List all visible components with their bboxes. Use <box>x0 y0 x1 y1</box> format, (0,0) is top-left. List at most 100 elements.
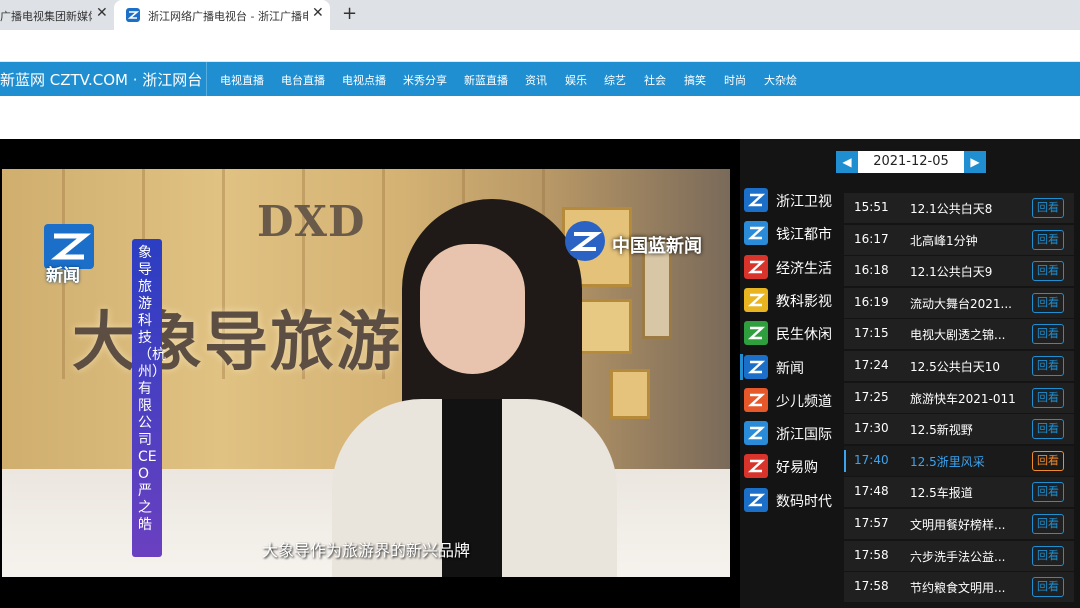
arrow-right-icon[interactable]: ▶ <box>964 151 986 173</box>
nav-item[interactable]: 大杂烩 <box>764 72 797 88</box>
channel-item[interactable]: 浙江卫视 <box>740 185 843 215</box>
program-row[interactable]: 17:58 节约粮食文明用... 回看 <box>844 572 1074 603</box>
program-time: 17:30 <box>854 421 889 436</box>
nav-divider <box>206 62 207 96</box>
replay-button[interactable]: 回看 <box>1032 450 1064 471</box>
channel-label: 教科影视 <box>776 293 832 310</box>
program-time: 17:48 <box>854 484 889 499</box>
site-title[interactable]: 新蓝网 CZTV.COM · 浙江网台 <box>0 69 202 90</box>
channel-logo-icon <box>744 254 768 279</box>
nav-item[interactable]: 娱乐 <box>565 72 587 88</box>
channel-item[interactable]: 钱江都市 <box>740 218 843 248</box>
program-title: 12.1公共白天9 <box>910 265 993 280</box>
tab-title: 广播电视集团新媒体 <box>0 10 92 23</box>
replay-button[interactable]: 回看 <box>1032 324 1064 345</box>
replay-button[interactable]: 回看 <box>1032 229 1064 250</box>
replay-button[interactable]: 回看 <box>1032 292 1064 313</box>
channel-label: 新闻 <box>776 360 804 377</box>
channel-item[interactable]: 教科影视 <box>740 285 843 315</box>
program-row[interactable]: 15:51 12.1公共白天8 回看 <box>844 193 1074 223</box>
replay-button[interactable]: 回看 <box>1032 577 1064 598</box>
program-title: 12.5车报道 <box>910 486 973 501</box>
program-title: 旅游快车2021-011 <box>910 391 1016 406</box>
channel-item[interactable]: 数码时代 <box>740 485 843 515</box>
nav-item[interactable]: 时尚 <box>724 72 746 88</box>
program-row[interactable]: 16:19 流动大舞台2021... 回看 <box>844 287 1074 318</box>
program-row[interactable]: 17:24 12.5公共白天10 回看 <box>844 351 1074 381</box>
channel-item[interactable]: 好易购 <box>740 451 843 481</box>
program-title: 电视大剧透之锦... <box>910 328 1006 343</box>
nav-item[interactable]: 社会 <box>644 72 666 88</box>
channel-logo-icon <box>744 188 768 212</box>
program-row[interactable]: 17:15 电视大剧透之锦... 回看 <box>844 319 1074 350</box>
tab-title: 浙江网络广播电视台 - 浙江广播电视 <box>148 10 308 23</box>
channel-label: 好易购 <box>776 460 818 477</box>
program-time: 17:15 <box>854 326 889 341</box>
nav-item[interactable]: 资讯 <box>525 72 547 88</box>
address-bar[interactable] <box>0 30 1080 62</box>
channel-logo-text: 新闻 <box>46 266 80 286</box>
program-row[interactable]: 17:30 12.5新视野 回看 <box>844 414 1074 445</box>
replay-button[interactable]: 回看 <box>1032 387 1064 408</box>
program-title: 文明用餐好榜样... <box>910 518 1006 532</box>
program-row[interactable]: 17:40 12.5浙里风采 回看 <box>844 445 1074 476</box>
program-row[interactable]: 16:18 12.1公共白天9 回看 <box>844 256 1074 287</box>
program-title: 节约粮食文明用... <box>910 581 1006 596</box>
corner-logo-text: 中国蓝新闻 <box>612 236 702 257</box>
close-icon[interactable]: ✕ <box>312 5 324 21</box>
program-row[interactable]: 17:48 12.5车报道 回看 <box>844 477 1074 508</box>
china-blue-logo-icon <box>565 221 605 261</box>
person-face <box>420 244 525 374</box>
browser-tab[interactable]: 广播电视集团新媒体 ✕ <box>0 0 114 30</box>
wall-sign-text: 大象导旅游 <box>72 305 402 380</box>
program-row[interactable]: 16:17 北高峰1分钟 回看 <box>844 224 1074 255</box>
channel-item[interactable]: 少儿频道 <box>740 385 843 415</box>
browser-tab-active[interactable]: 浙江网络广播电视台 - 浙江广播电视 ✕ <box>114 0 330 30</box>
replay-button[interactable]: 回看 <box>1032 482 1064 503</box>
channel-logo-icon <box>744 321 768 346</box>
replay-button[interactable]: 回看 <box>1032 545 1064 566</box>
nav-item[interactable]: 电视点播 <box>342 72 386 88</box>
nav-item[interactable]: 综艺 <box>604 72 626 88</box>
replay-button[interactable]: 回看 <box>1032 356 1064 376</box>
nav-item[interactable]: 米秀分享 <box>403 72 447 88</box>
close-icon[interactable]: ✕ <box>96 5 108 21</box>
program-row[interactable]: 17:57 文明用餐好榜样... 回看 <box>844 509 1074 539</box>
channel-logo-icon <box>744 221 768 246</box>
nav-item[interactable]: 电视直播 <box>220 72 264 88</box>
channel-label: 少儿频道 <box>776 393 832 410</box>
program-title: 12.1公共白天8 <box>910 202 993 216</box>
arrow-left-icon[interactable]: ◀ <box>836 151 858 173</box>
channel-item[interactable]: 浙江国际 <box>740 418 843 448</box>
program-row[interactable]: 17:58 六步洗手法公益... 回看 <box>844 540 1074 571</box>
active-program-indicator <box>844 449 846 472</box>
program-time: 17:57 <box>854 516 889 530</box>
channel-item[interactable]: 经济生活 <box>740 252 843 282</box>
program-time: 16:17 <box>854 231 889 246</box>
video-frame[interactable]: DXD 大象导旅游 新闻 中国蓝新闻 象导旅游科技（杭州）有限公司 CEO 严之… <box>2 169 730 577</box>
program-row[interactable]: 17:25 旅游快车2021-011 回看 <box>844 382 1074 413</box>
replay-button[interactable]: 回看 <box>1032 419 1064 440</box>
channel-label: 浙江卫视 <box>776 194 832 210</box>
nav-item[interactable]: 新蓝直播 <box>464 72 508 88</box>
program-title: 12.5公共白天10 <box>910 360 1000 374</box>
channel-item[interactable]: 民生休闲 <box>740 318 843 348</box>
new-tab-button[interactable]: + <box>342 3 357 24</box>
program-title: 流动大舞台2021... <box>910 296 1012 311</box>
site-favicon-icon <box>126 8 140 22</box>
channel-item[interactable]: 新闻 <box>740 352 843 382</box>
replay-button[interactable]: 回看 <box>1032 514 1064 534</box>
replay-button[interactable]: 回看 <box>1032 198 1064 218</box>
replay-button[interactable]: 回看 <box>1032 261 1064 282</box>
subtitle-caption: 大象导作为旅游界的新兴品牌 <box>261 541 470 560</box>
lower-third-text: 象导旅游科技（杭州）有限公司 CEO 严之皓 <box>138 245 166 533</box>
program-title: 12.5浙里风采 <box>910 454 985 469</box>
channel-label: 民生休闲 <box>776 327 832 344</box>
nav-item[interactable]: 搞笑 <box>684 72 706 88</box>
nav-item[interactable]: 电台直播 <box>281 72 325 88</box>
program-time: 16:18 <box>854 263 889 278</box>
program-list: 15:51 12.1公共白天8 回看 16:17 北高峰1分钟 回看 16:18 12.1公共… <box>844 189 1074 608</box>
program-title: 六步洗手法公益... <box>910 549 1006 564</box>
channel-logo-icon <box>744 387 768 412</box>
channel-label: 数码时代 <box>776 493 832 510</box>
